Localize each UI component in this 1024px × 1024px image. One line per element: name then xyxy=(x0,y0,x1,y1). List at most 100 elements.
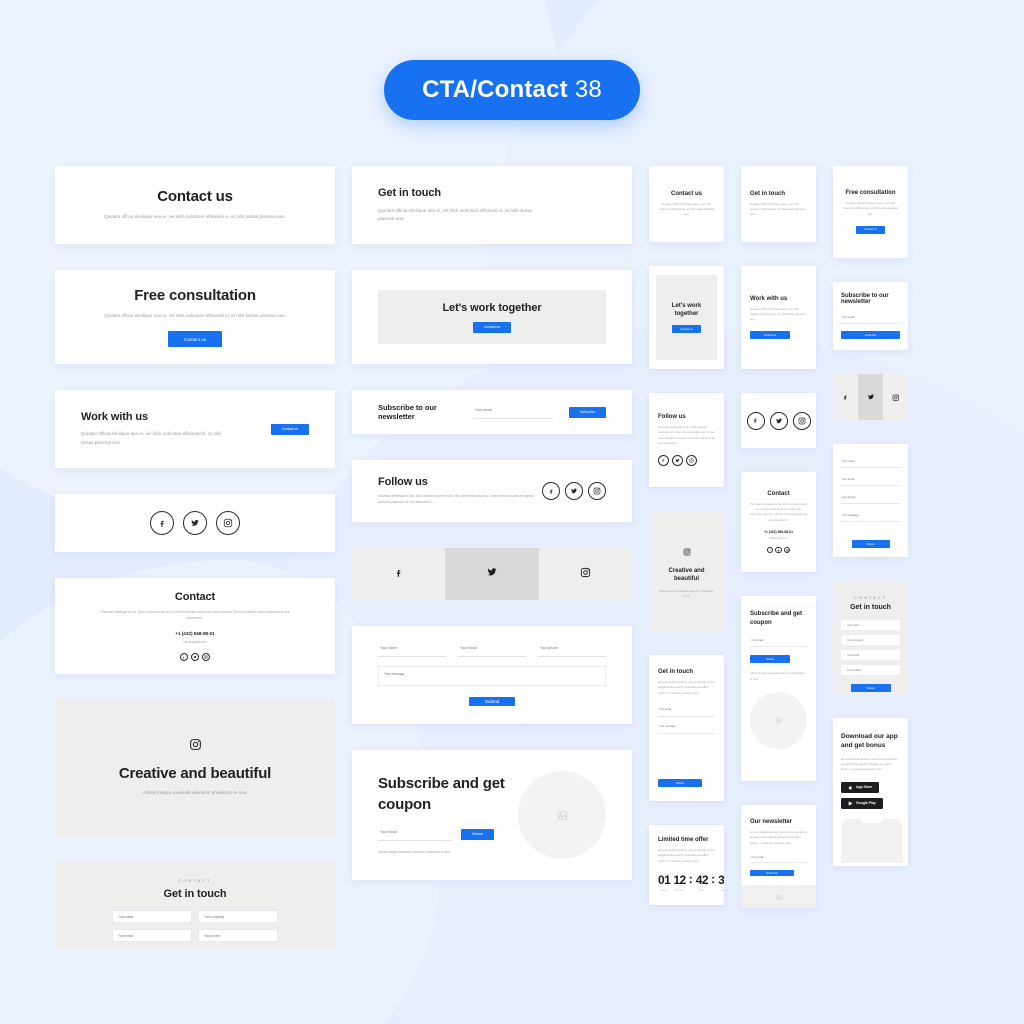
card-heading: Get in touch xyxy=(658,669,693,675)
countdown-seconds: 36 Sec xyxy=(718,873,724,892)
name-field[interactable] xyxy=(841,620,900,630)
email-field[interactable] xyxy=(750,854,807,864)
email-field[interactable] xyxy=(378,827,452,841)
twitter-icon[interactable] xyxy=(672,455,683,467)
phone-mockup xyxy=(841,818,903,863)
card-heading: Contact xyxy=(767,490,790,497)
contact-us-button[interactable]: Contact us xyxy=(472,321,512,333)
email-field[interactable] xyxy=(472,405,553,419)
company-field[interactable] xyxy=(198,910,278,923)
submit-button[interactable]: Submit xyxy=(461,828,494,840)
card-m-download-app: Download our app and get bonus Ex sea ca… xyxy=(833,718,908,866)
message-field[interactable] xyxy=(841,512,900,522)
instagram-icon[interactable] xyxy=(783,546,791,554)
instagram-icon[interactable] xyxy=(216,511,240,535)
image-placeholder-icon xyxy=(518,771,606,859)
image-placeholder-icon xyxy=(741,885,816,908)
social-tile-twitter[interactable] xyxy=(858,374,883,420)
apple-icon xyxy=(848,785,853,790)
twitter-icon[interactable] xyxy=(191,653,199,662)
facebook-icon[interactable] xyxy=(658,455,669,467)
instagram-icon[interactable] xyxy=(588,482,606,500)
contact-us-button[interactable]: Contact us xyxy=(856,225,885,234)
subscribe-button[interactable]: Subscribe xyxy=(841,331,900,339)
social-tile-instagram[interactable] xyxy=(538,548,632,600)
facebook-icon[interactable] xyxy=(150,511,174,535)
email-field[interactable] xyxy=(112,929,192,942)
contact-us-button[interactable]: Contact us xyxy=(270,423,309,435)
name-field[interactable] xyxy=(841,458,900,468)
twitter-icon xyxy=(486,565,498,583)
card-heading: Contact xyxy=(174,590,216,603)
card-heading: Follow us xyxy=(378,476,428,489)
name-field[interactable] xyxy=(378,644,446,657)
twitter-icon[interactable] xyxy=(183,511,207,535)
countdown-hours: 12 Hours xyxy=(673,873,686,892)
submit-button[interactable]: Submit xyxy=(850,684,891,692)
card-body-text: Primuset intellegat no his, illud corpor… xyxy=(100,609,290,620)
twitter-icon[interactable] xyxy=(769,411,788,430)
contact-email[interactable]: info@gmail.com xyxy=(769,537,788,540)
email-field[interactable] xyxy=(841,650,900,660)
card-body-text: Quidam officia similique sea ei, vel nib… xyxy=(659,201,714,217)
card-body-text: Ex sea causae dolores, nam at doming dic… xyxy=(658,848,715,863)
social-tile-facebook[interactable] xyxy=(833,374,858,420)
name-field[interactable] xyxy=(112,910,192,923)
card-body-text: Quidam officia similique sea ei, vel nib… xyxy=(104,312,286,318)
message-field[interactable] xyxy=(658,723,715,734)
phone-field[interactable] xyxy=(841,494,900,504)
social-row xyxy=(180,653,210,662)
contact-email[interactable]: info@gmail.com xyxy=(184,640,207,644)
submit-button[interactable]: Submit xyxy=(750,655,790,664)
card-heading: Free consultation xyxy=(134,286,256,304)
subject-field[interactable] xyxy=(841,665,900,675)
card-m-get-in-touch-2: Get in touch Quidam officia similique se… xyxy=(741,166,816,242)
email-field[interactable] xyxy=(841,476,900,486)
submit-button[interactable]: Submit xyxy=(658,779,702,787)
phone-field[interactable] xyxy=(538,644,606,657)
grid-column-4: Get in touch Quidam officia similique se… xyxy=(741,166,816,908)
card-heading: Get in touch xyxy=(750,190,785,197)
social-tile-instagram[interactable] xyxy=(883,374,908,420)
contact-phone[interactable]: +1 (432) 568-88-01 xyxy=(764,530,793,534)
email-field[interactable] xyxy=(841,314,900,324)
email-field[interactable] xyxy=(658,706,715,717)
contact-phone[interactable]: +1 (432) 568-88-01 xyxy=(175,631,214,636)
social-tile-facebook[interactable] xyxy=(352,548,446,600)
twitter-icon[interactable] xyxy=(775,546,782,554)
page-title-number: 38 xyxy=(574,76,602,103)
contact-us-button[interactable]: Contact us xyxy=(750,331,790,340)
card-contact-form: Submit xyxy=(352,626,632,724)
instagram-icon[interactable] xyxy=(792,411,811,430)
card-heading: Subscribe to our newsletter xyxy=(378,403,437,421)
twitter-icon[interactable] xyxy=(565,482,583,500)
card-heading: Our newsletter xyxy=(750,819,793,825)
card-m-limited-offer: Limited time offer Ex sea causae dolores… xyxy=(649,825,724,905)
contact-us-button[interactable]: Contact us xyxy=(168,331,222,348)
card-heading: Get in touch xyxy=(378,186,441,199)
company-field[interactable] xyxy=(841,635,900,645)
facebook-icon[interactable] xyxy=(766,546,774,554)
submit-button[interactable]: Submit xyxy=(851,540,890,548)
card-lets-work-together: Let's work together Contact us xyxy=(352,270,632,364)
facebook-icon[interactable] xyxy=(542,482,560,500)
instagram-icon[interactable] xyxy=(686,455,697,467)
phone-field[interactable] xyxy=(198,929,278,942)
social-tile-twitter[interactable] xyxy=(445,548,539,600)
countdown-minutes: 42 Min xyxy=(695,873,709,892)
card-m-social-circles xyxy=(741,393,816,448)
app-store-button[interactable]: App Store xyxy=(841,781,880,793)
contact-us-button[interactable]: Contact us xyxy=(672,325,701,334)
email-field[interactable] xyxy=(750,637,807,648)
subscribe-button[interactable]: Subscribe xyxy=(750,870,794,877)
submit-button[interactable]: Submit xyxy=(468,697,516,706)
message-field[interactable] xyxy=(378,666,606,687)
subscribe-button[interactable]: Subscribe xyxy=(568,406,606,418)
card-body-text: Necessis intellegat no his, illud corpor… xyxy=(378,494,534,504)
email-field[interactable] xyxy=(458,644,526,657)
google-play-button[interactable]: Google Play xyxy=(841,797,883,809)
inner-panel: Let's work together Contact us xyxy=(656,275,717,360)
facebook-icon[interactable] xyxy=(746,411,765,430)
instagram-icon[interactable] xyxy=(202,653,210,662)
facebook-icon[interactable] xyxy=(180,653,188,662)
